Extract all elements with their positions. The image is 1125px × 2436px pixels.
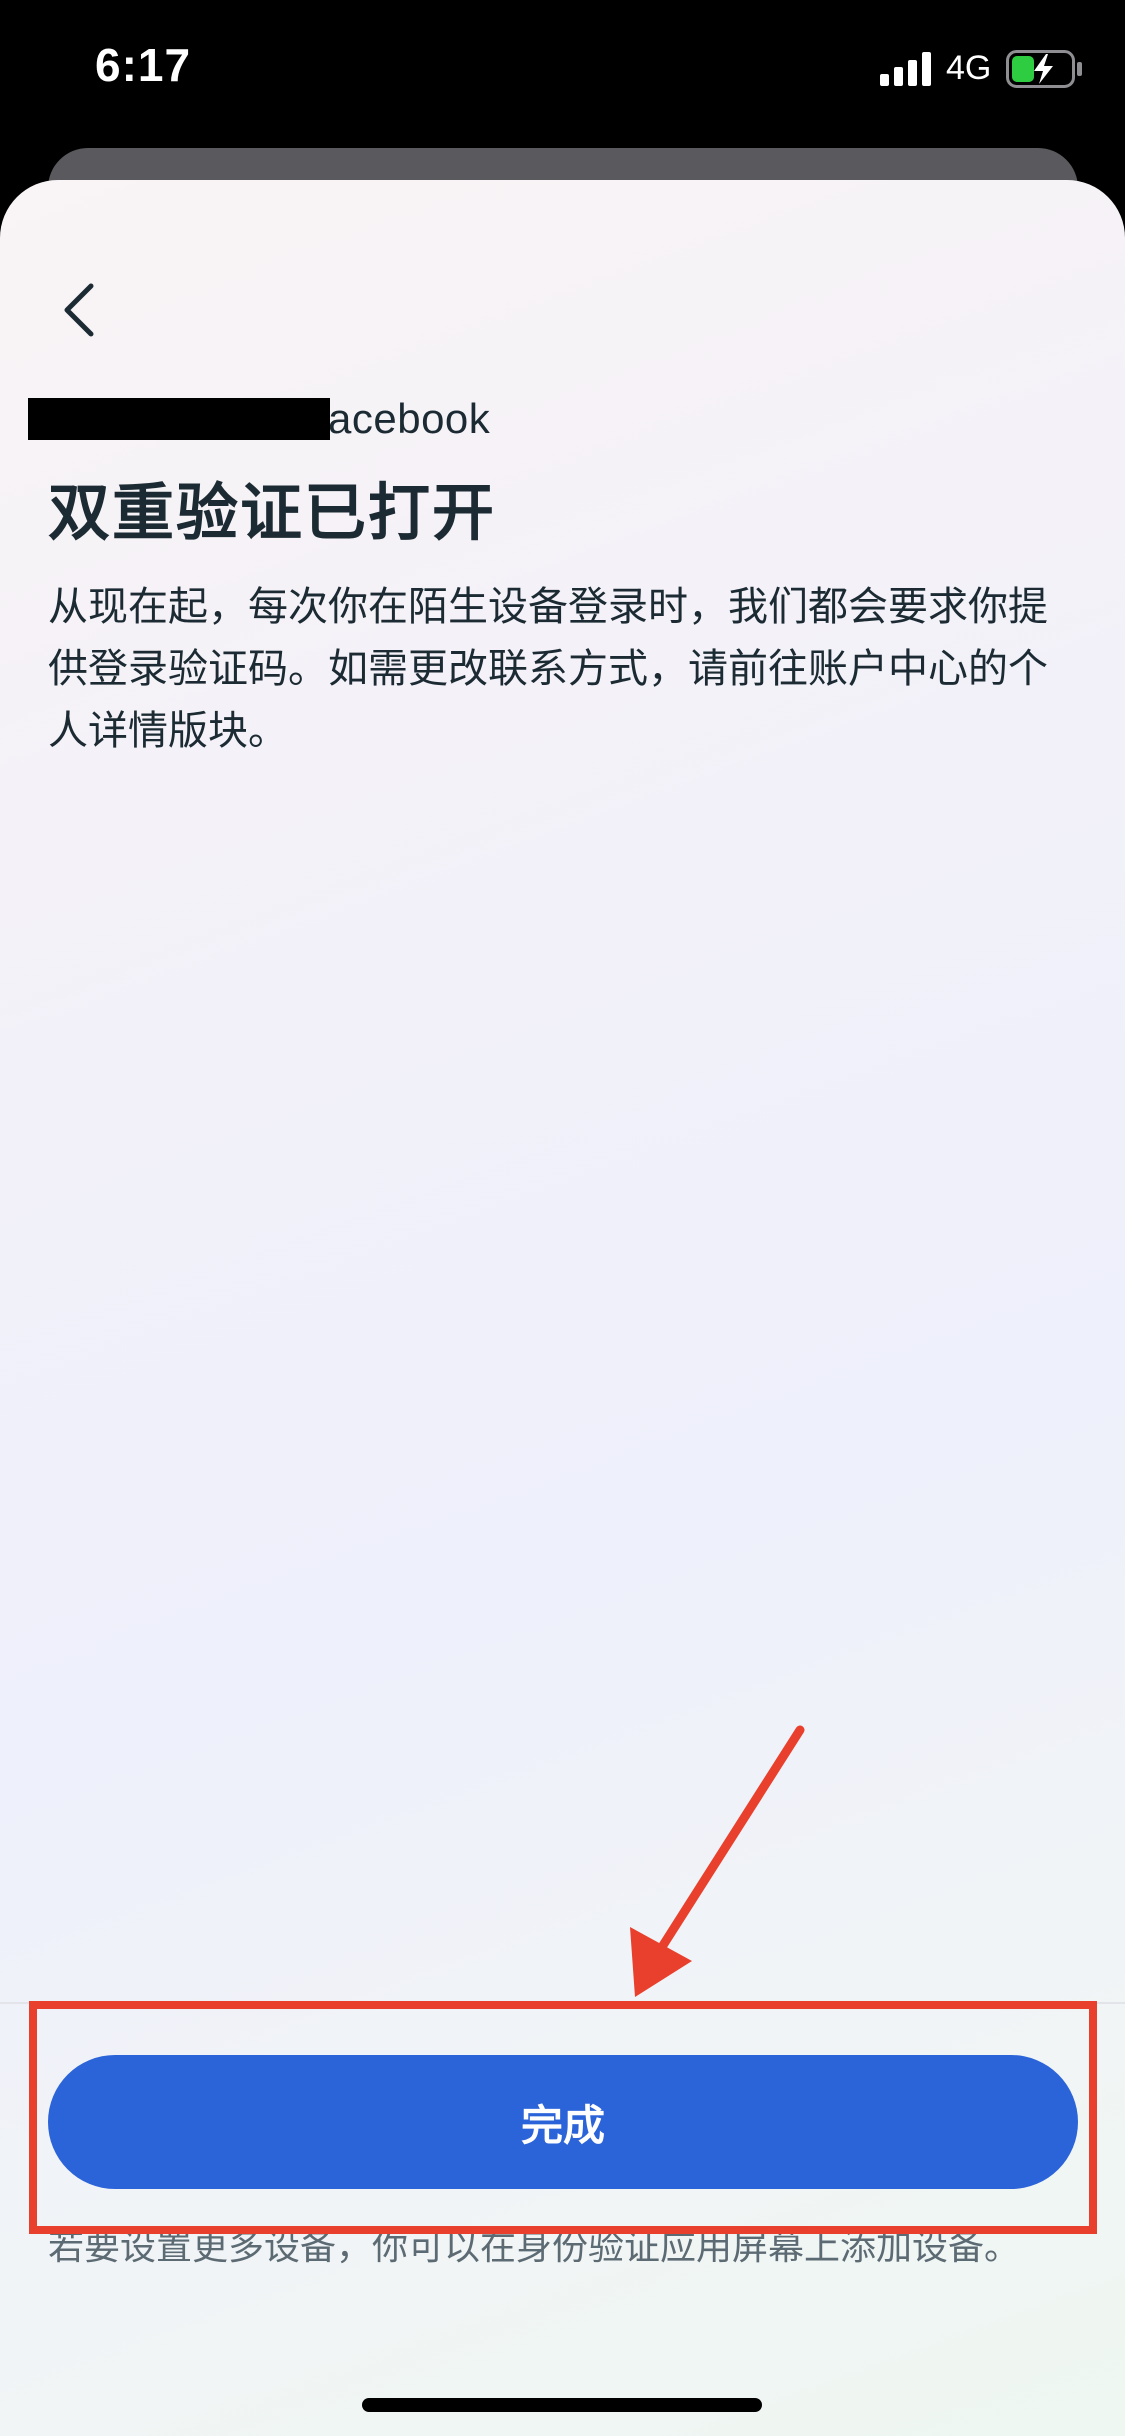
- done-button[interactable]: 完成: [48, 2055, 1078, 2189]
- redaction-bar: [28, 398, 330, 440]
- chevron-left-icon: [64, 283, 94, 337]
- network-type: 4G: [946, 49, 992, 87]
- footnote-text: 若要设置更多设备，你可以在身份验证应用屏幕上添加设备。: [48, 2227, 1021, 2268]
- account-label-text: acebook: [328, 395, 491, 442]
- two-factor-sheet: acebook 双重验证已打开 从现在起，每次你在陌生设备登录时，我们都会要求你…: [0, 180, 1125, 2436]
- cellular-signal-icon: [880, 52, 931, 86]
- page-title: 双重验证已打开: [48, 476, 497, 549]
- back-button[interactable]: [44, 270, 114, 350]
- screen: 6:17 4G acebook 双重验证已打开 从现在起，每次你在陌生设备登录时…: [0, 0, 1125, 2436]
- description-text: 从现在起，每次你在陌生设备登录时，我们都会要求你提供登录验证码。如需更改联系方式…: [48, 584, 1048, 754]
- status-time: 6:17: [95, 39, 192, 91]
- footer-divider: [0, 2002, 1125, 2004]
- status-bar: 6:17 4G: [0, 0, 1125, 140]
- home-indicator: [362, 2398, 762, 2412]
- battery-charging-icon: [1006, 50, 1082, 88]
